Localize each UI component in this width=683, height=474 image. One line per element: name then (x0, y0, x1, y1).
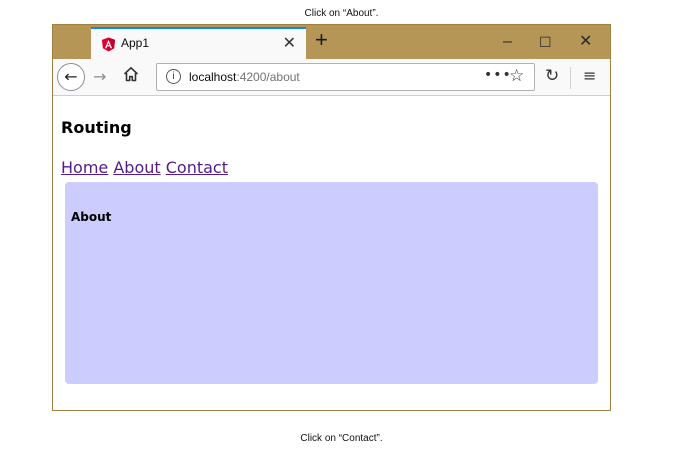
url-text: localhost:4200/about (189, 70, 300, 84)
page-actions-icon[interactable]: ••• (484, 67, 512, 83)
tab-close-icon[interactable]: ✕ (283, 32, 296, 54)
back-arrow-icon[interactable]: ← (57, 63, 85, 91)
page-title: Routing (61, 118, 132, 137)
maximize-icon[interactable]: ☐ (539, 32, 552, 52)
toolbar-divider (570, 67, 571, 89)
new-tab-icon[interactable]: + (315, 27, 328, 53)
outlet-heading: About (71, 210, 112, 224)
about-link[interactable]: About (113, 158, 160, 177)
window-close-icon[interactable]: ✕ (579, 32, 592, 52)
navigation-toolbar: ← → i localhost:4200/about ••• ☆ ↻ ≡ (53, 59, 610, 96)
url-host: localhost (189, 70, 237, 84)
address-bar[interactable]: i localhost:4200/about ••• ☆ (156, 63, 535, 91)
contact-link[interactable]: Contact (166, 158, 228, 177)
instruction-caption-top: Click on “About”. (304, 8, 379, 19)
url-path: :4200/about (236, 70, 300, 84)
minimize-icon[interactable]: – (503, 32, 512, 52)
tab-title: App1 (121, 36, 150, 50)
browser-window: App1 ✕ + – ☐ ✕ ← → i localhost:4200/abou… (52, 24, 611, 411)
bookmark-star-icon[interactable]: ☆ (509, 66, 524, 86)
browser-tab-app1[interactable]: App1 ✕ (91, 27, 306, 59)
router-outlet-panel: About (65, 182, 598, 384)
router-nav-links: Home About Contact (61, 158, 228, 177)
home-icon[interactable] (123, 66, 139, 82)
angular-icon (101, 37, 116, 52)
forward-arrow-icon[interactable]: → (93, 65, 106, 89)
instruction-caption-bottom: Click on “Contact”. (300, 433, 383, 444)
home-link[interactable]: Home (61, 158, 108, 177)
reload-icon[interactable]: ↻ (545, 66, 559, 86)
page-content: Routing Home About Contact About (53, 97, 610, 410)
hamburger-menu-icon[interactable]: ≡ (583, 66, 596, 85)
site-info-icon[interactable]: i (166, 69, 181, 84)
title-bar: App1 ✕ + – ☐ ✕ (53, 25, 610, 59)
